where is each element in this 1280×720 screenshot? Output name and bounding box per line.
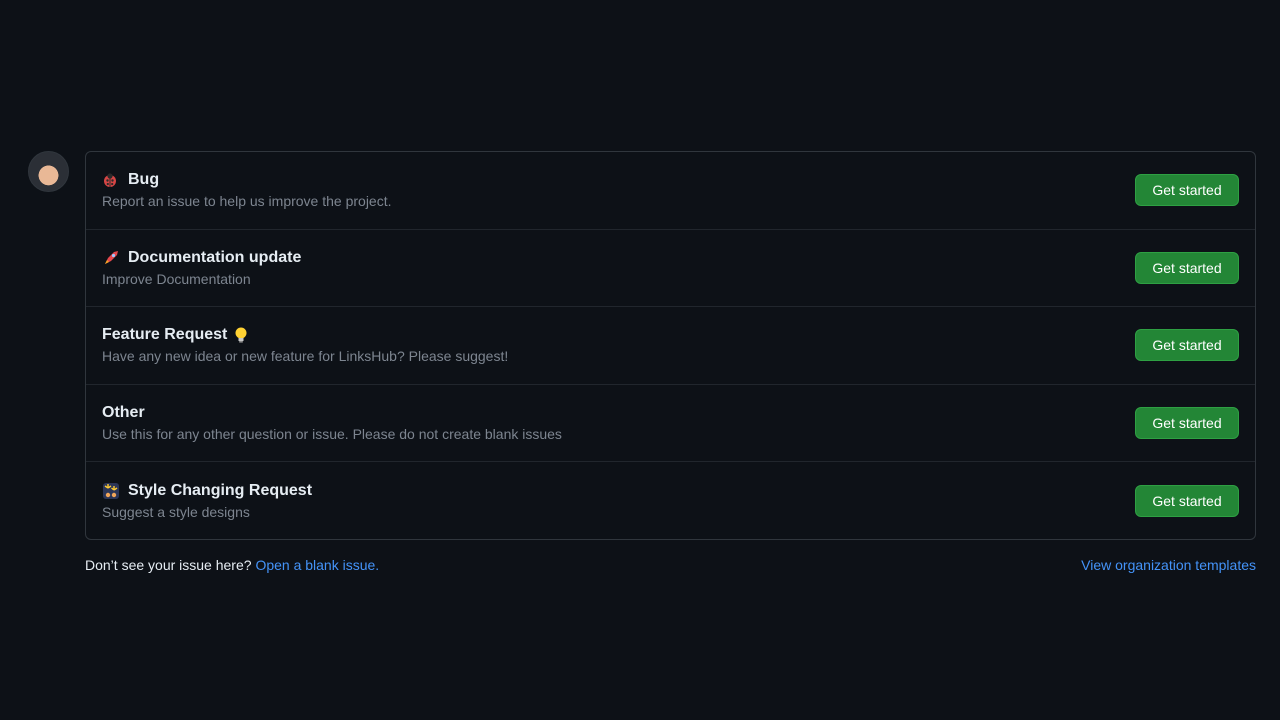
ladybug-icon	[102, 172, 122, 188]
template-row-documentation-update: Documentation update Improve Documentati…	[86, 230, 1255, 307]
light-bulb-icon	[233, 326, 253, 344]
template-description: Have any new idea or new feature for Lin…	[102, 348, 509, 365]
template-title-text: Other	[102, 403, 145, 421]
template-title: Other	[102, 404, 562, 422]
get-started-button[interactable]: Get started	[1135, 174, 1239, 207]
avatar[interactable]	[28, 151, 69, 192]
template-description: Improve Documentation	[102, 270, 251, 287]
fireworks-icon	[102, 482, 122, 500]
template-row-other: Other Use this for any other question or…	[86, 385, 1255, 462]
open-blank-issue-link[interactable]: Open a blank issue.	[255, 557, 379, 573]
template-description: Suggest a style designs	[102, 503, 250, 520]
template-title-text: Style Changing Request	[128, 481, 313, 499]
template-title: Feature Request	[102, 326, 508, 344]
template-row-bug: Bug Report an issue to help us improve t…	[86, 152, 1255, 230]
get-started-button[interactable]: Get started	[1135, 406, 1239, 439]
template-text: Documentation update Improve Documentati…	[102, 249, 301, 287]
template-row-style-changing-request: Style Changing Request Suggest a style d…	[86, 462, 1255, 540]
template-description: Report an issue to help us improve the p…	[102, 193, 392, 210]
get-started-button[interactable]: Get started	[1135, 484, 1239, 517]
footer: Don’t see your issue here? Open a blank …	[85, 557, 1256, 573]
get-started-button[interactable]: Get started	[1135, 251, 1239, 284]
template-row-feature-request: Feature Request Have any new idea or new…	[86, 307, 1255, 385]
template-text: Feature Request Have any new idea or new…	[102, 326, 508, 364]
template-title: Documentation update	[102, 249, 301, 267]
template-title: Bug	[102, 171, 392, 189]
issue-template-list: Bug Report an issue to help us improve t…	[85, 151, 1256, 540]
footer-left: Don’t see your issue here? Open a blank …	[85, 557, 379, 573]
template-description: Use this for any other question or issue…	[102, 425, 562, 442]
get-started-button[interactable]: Get started	[1135, 329, 1239, 362]
template-text: Other Use this for any other question or…	[102, 404, 562, 442]
footer-prompt: Don’t see your issue here?	[85, 557, 252, 573]
view-organization-templates-link[interactable]: View organization templates	[1081, 557, 1256, 573]
template-title-text: Documentation update	[128, 248, 302, 266]
rocket-icon	[102, 249, 122, 267]
template-title-text: Feature Request	[102, 326, 228, 344]
template-text: Bug Report an issue to help us improve t…	[102, 171, 392, 209]
template-text: Style Changing Request Suggest a style d…	[102, 482, 312, 520]
template-title-text: Bug	[128, 171, 160, 189]
template-title: Style Changing Request	[102, 482, 312, 500]
